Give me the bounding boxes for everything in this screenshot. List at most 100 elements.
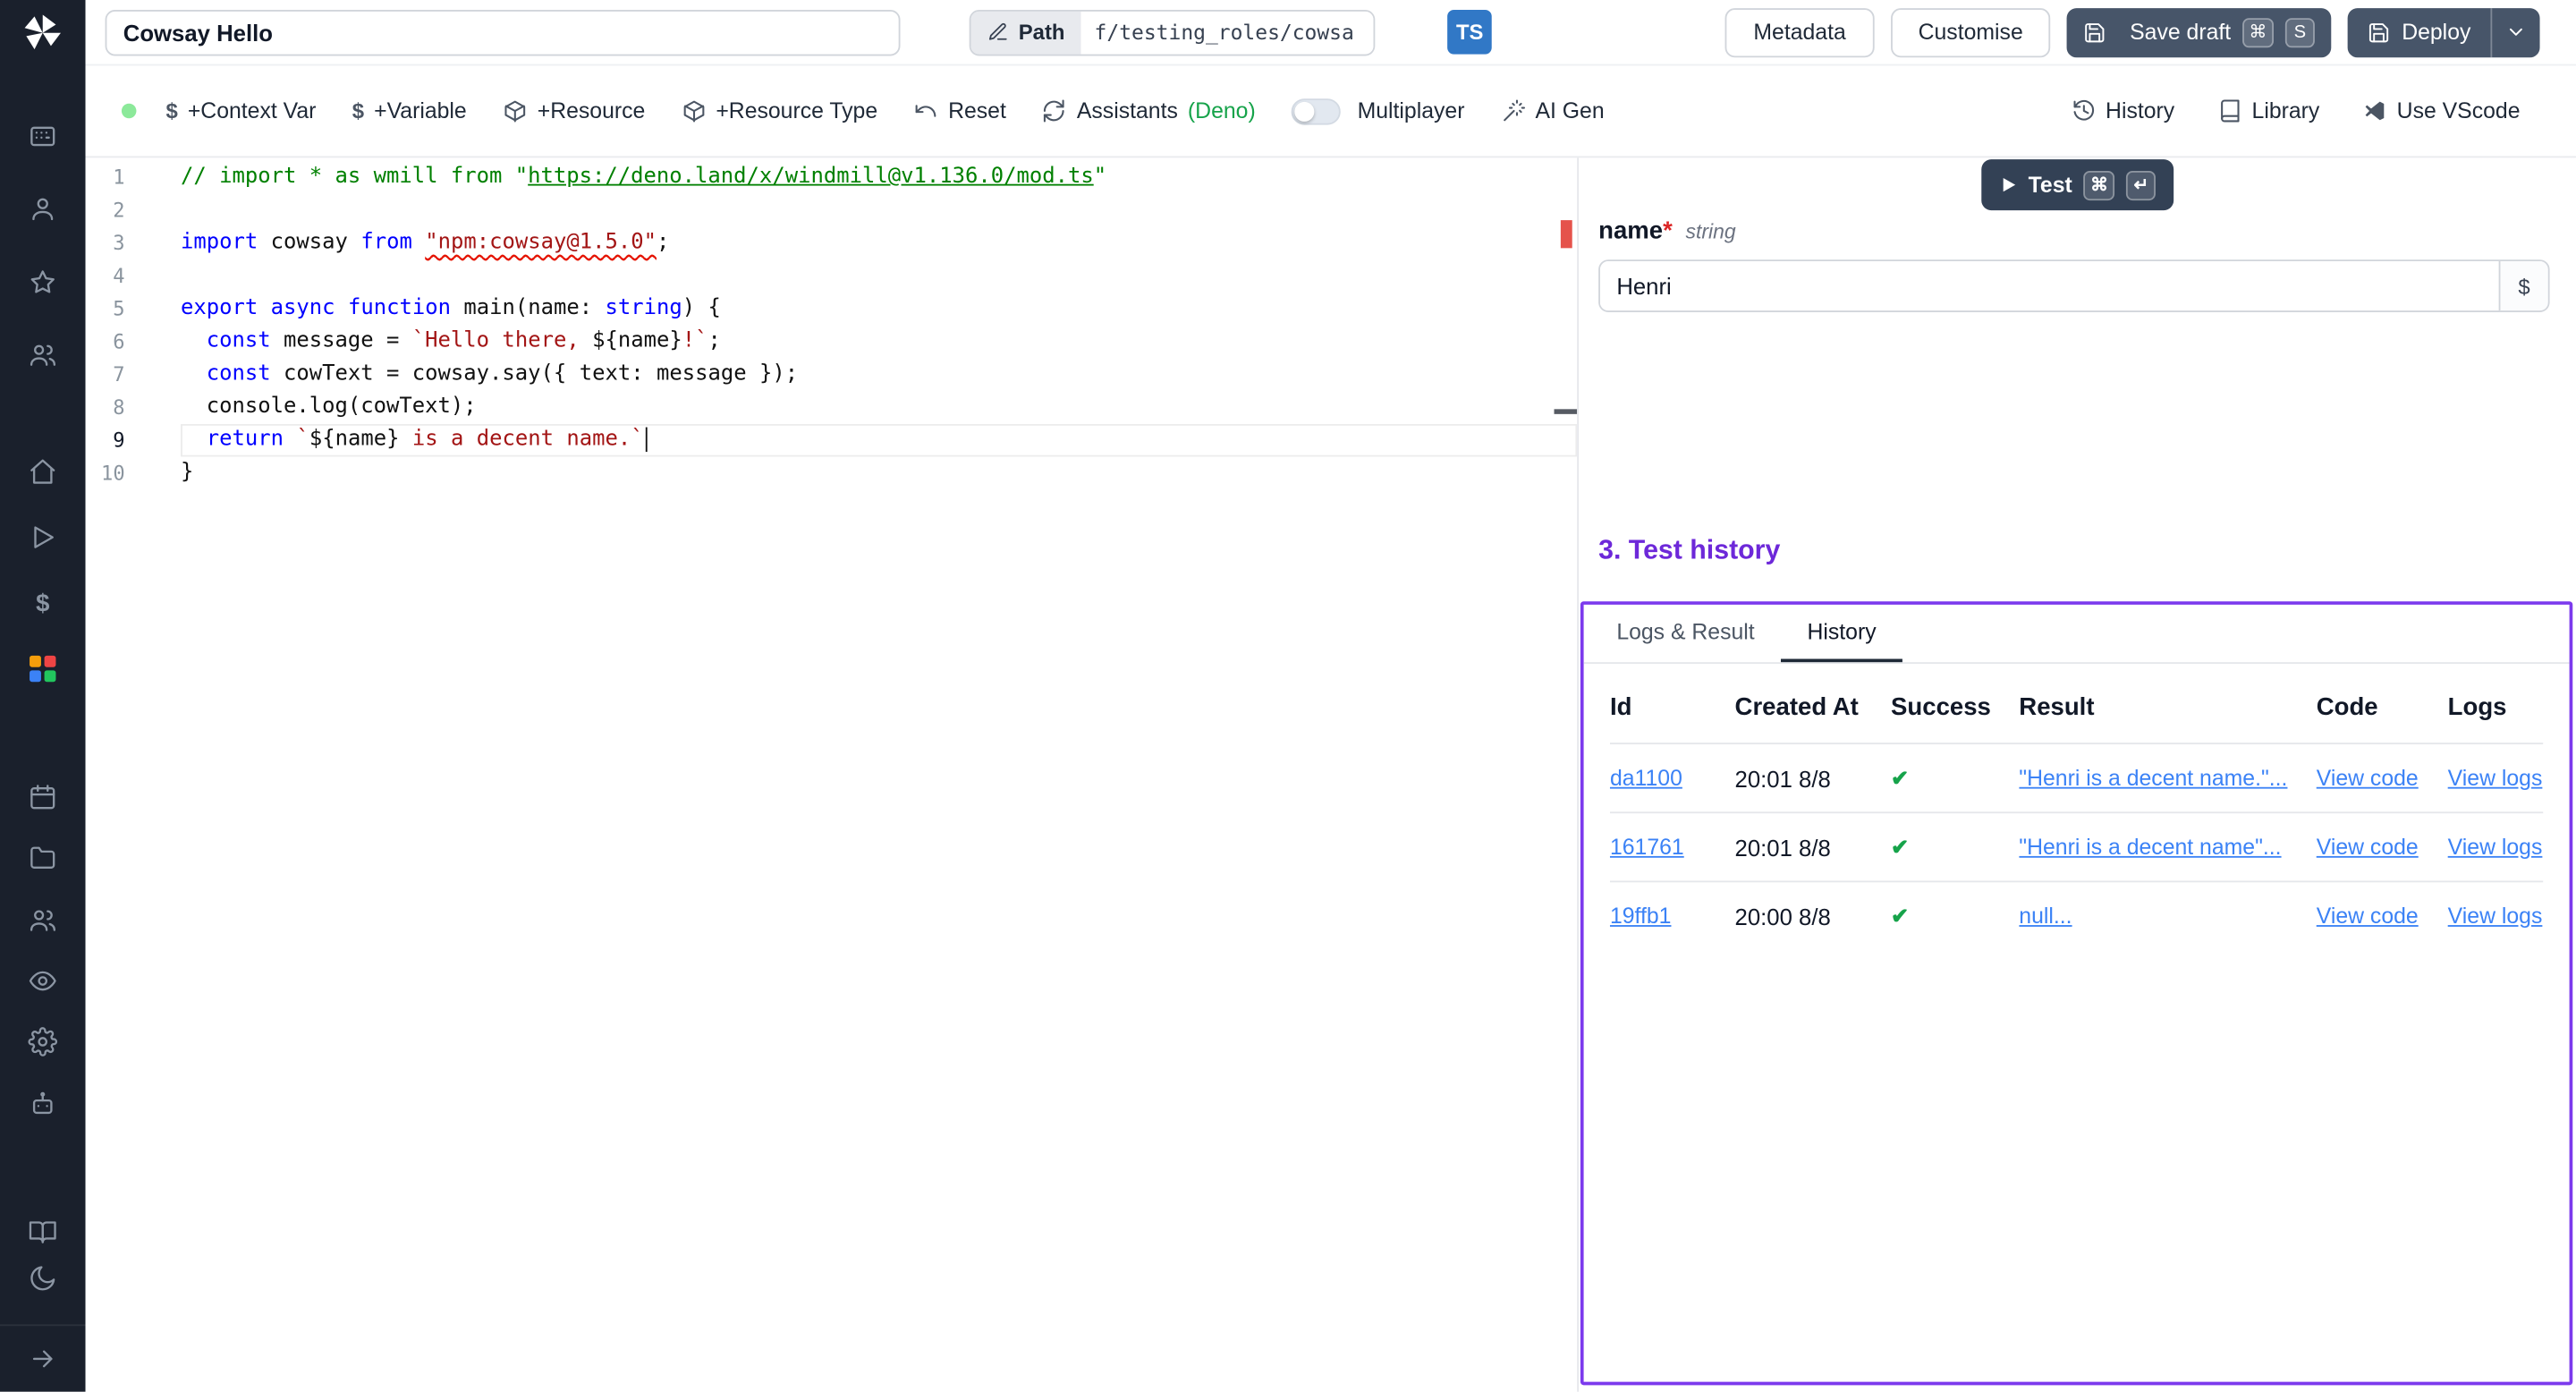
editor-gutter: 12345678910	[86, 157, 129, 1391]
docs-icon[interactable]	[28, 1218, 57, 1247]
add-resource-button[interactable]: +Resource	[503, 98, 645, 123]
apps-icon[interactable]	[28, 122, 57, 151]
add-variable-button[interactable]: $ +Variable	[352, 98, 467, 123]
name-field-input[interactable]	[1600, 261, 2499, 310]
kbd-enter: ↵	[2126, 170, 2156, 199]
code-editor[interactable]: 12345678910 // import * as wmill from "h…	[86, 157, 1578, 1391]
result-link[interactable]: "Henri is a decent name."...	[2019, 766, 2316, 791]
runs-icon[interactable]	[28, 522, 57, 552]
view-code-link[interactable]: View code	[2317, 766, 2448, 791]
schedules-icon[interactable]	[28, 782, 57, 811]
run-id-link[interactable]: 19ffb1	[1610, 904, 1735, 929]
variables-icon[interactable]: $	[28, 589, 57, 618]
members-icon[interactable]	[28, 340, 57, 369]
code-line: // import * as wmill from "https://deno.…	[181, 161, 1577, 194]
vscode-icon	[2362, 98, 2387, 123]
metadata-button[interactable]: Metadata	[1725, 7, 1874, 56]
save-icon	[2084, 21, 2107, 44]
code-line: import cowsay from "npm:cowsay@1.5.0";	[181, 226, 1577, 259]
run-id-link[interactable]: da1100	[1610, 766, 1735, 791]
view-code-link[interactable]: View code	[2317, 904, 2448, 929]
overview-ruler	[1555, 157, 1578, 1391]
run-id-link[interactable]: 161761	[1610, 835, 1735, 860]
history-table-body: da1100 20:01 8/8 ✔"Henri is a decent name.…	[1610, 743, 2543, 949]
history-icon	[2071, 98, 2096, 123]
history-button[interactable]: History	[2071, 98, 2174, 123]
favorites-icon[interactable]	[28, 267, 57, 297]
expand-sidebar-icon[interactable]	[28, 1344, 57, 1373]
path-button[interactable]: Path	[970, 11, 1080, 54]
view-logs-link[interactable]: View logs	[2448, 904, 2544, 929]
package-icon	[682, 98, 707, 123]
argument-field: name* string $	[1598, 216, 2549, 312]
column-header: Code	[2317, 692, 2448, 720]
test-button[interactable]: Test ⌘ ↵	[1980, 159, 2174, 210]
topbar: Path TS Metadata Customise Save draft ⌘ …	[86, 0, 2576, 65]
deploy-button[interactable]: Deploy	[2348, 7, 2491, 56]
chevron-down-icon	[2505, 21, 2527, 43]
ai-gen-button[interactable]: AI Gen	[1501, 98, 1605, 123]
save-draft-label: Save draft	[2130, 20, 2231, 45]
pencil-icon	[987, 21, 1009, 43]
refresh-icon	[1042, 98, 1067, 123]
customise-button[interactable]: Customise	[1890, 7, 2051, 56]
line-number: 9	[86, 424, 129, 457]
column-header: Result	[2019, 692, 2316, 720]
windmill-logo[interactable]	[21, 12, 64, 55]
multiplayer-toggle[interactable]	[1292, 98, 1341, 123]
created-at-value: 20:01 8/8	[1735, 834, 1891, 860]
dark-mode-icon[interactable]	[28, 1263, 57, 1293]
library-button[interactable]: Library	[2217, 98, 2319, 123]
folders-icon[interactable]	[28, 843, 57, 872]
use-vscode-button[interactable]: Use VScode	[2362, 98, 2520, 123]
editor-code[interactable]: // import * as wmill from "https://deno.…	[128, 157, 1577, 1391]
workers-icon[interactable]	[28, 1090, 57, 1119]
editor-toolbar: $ +Context Var $ +Variable +Resource +Re…	[86, 65, 2576, 157]
test-label: Test	[2029, 173, 2072, 198]
test-history-panel: Logs & Result History IdCreated AtSucces…	[1580, 601, 2572, 1385]
save-draft-button[interactable]: Save draft ⌘ S	[2067, 7, 2331, 56]
profile-icon[interactable]	[28, 194, 57, 224]
home-icon[interactable]	[28, 457, 57, 487]
view-logs-link[interactable]: View logs	[2448, 766, 2544, 791]
code-line: }	[181, 457, 1577, 490]
reset-button[interactable]: Reset	[914, 98, 1006, 123]
audit-logs-icon[interactable]	[28, 966, 57, 996]
code-line	[181, 259, 1577, 293]
result-link[interactable]: "Henri is a decent name"...	[2019, 835, 2316, 860]
add-context-var-button[interactable]: $ +Context Var	[166, 98, 317, 123]
package-icon	[503, 98, 528, 123]
field-name: name	[1598, 216, 1663, 244]
groups-icon[interactable]	[28, 905, 57, 935]
tab-logs-result[interactable]: Logs & Result	[1590, 605, 1781, 662]
history-row: da110020:01 8/8✔"Henri is a decent name.…	[1610, 743, 2543, 811]
view-logs-link[interactable]: View logs	[2448, 835, 2544, 860]
view-code-link[interactable]: View code	[2317, 835, 2448, 860]
toggle-knob	[1295, 101, 1315, 121]
history-table-head: IdCreated AtSuccessResultCodeLogs	[1610, 670, 2543, 743]
resources-icon[interactable]	[28, 654, 57, 683]
dollar-icon: $	[166, 98, 178, 123]
script-name-input[interactable]	[106, 9, 901, 55]
path-input[interactable]	[1081, 11, 1374, 54]
deploy-dropdown-button[interactable]	[2490, 7, 2539, 56]
line-number: 3	[86, 226, 129, 259]
line-number: 1	[86, 161, 129, 194]
result-link[interactable]: null...	[2019, 904, 2316, 929]
add-resource-type-button[interactable]: +Resource Type	[682, 98, 877, 123]
line-number: 4	[86, 259, 129, 293]
success-check-icon: ✔	[1891, 765, 2019, 791]
settings-icon[interactable]	[28, 1027, 57, 1057]
code-line: const cowText = cowsay.say({ text: messa…	[181, 358, 1577, 391]
code-line	[181, 194, 1577, 227]
line-number: 7	[86, 358, 129, 391]
code-line: export async function main(name: string)…	[181, 293, 1577, 326]
assistants-button[interactable]: Assistants (Deno)	[1042, 98, 1255, 123]
play-icon	[1999, 176, 2017, 194]
status-dot	[122, 104, 137, 119]
tab-history[interactable]: History	[1781, 605, 1902, 662]
created-at-value: 20:00 8/8	[1735, 903, 1891, 929]
undo-icon	[914, 98, 939, 123]
variable-picker-button[interactable]: $	[2499, 261, 2548, 310]
deploy-label: Deploy	[2402, 20, 2470, 45]
